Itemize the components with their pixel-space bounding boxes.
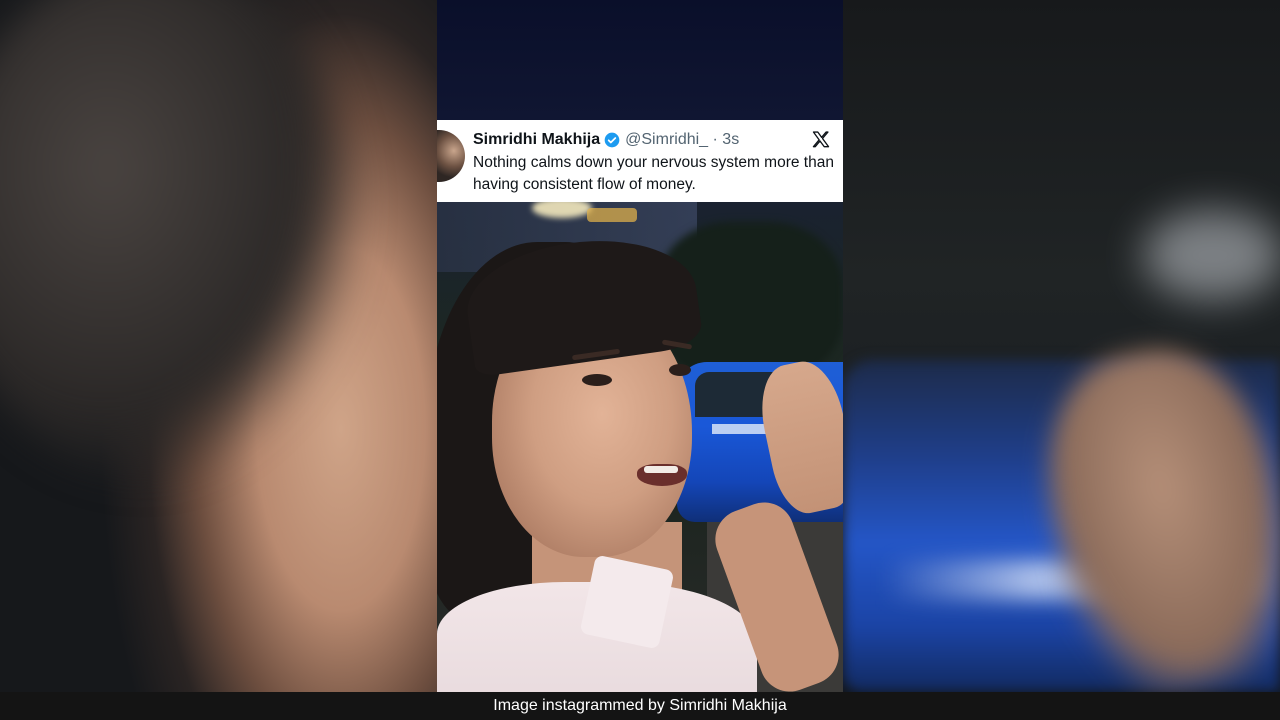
shirt-collar xyxy=(579,554,675,650)
blurred-light xyxy=(1143,210,1280,300)
left-eye xyxy=(582,374,612,386)
tweet-display-name: Simridhi Makhija xyxy=(473,131,601,148)
tweet-text: Nothing calms down your nervous system m… xyxy=(473,154,834,193)
right-eye xyxy=(669,364,691,376)
teeth xyxy=(644,466,678,473)
blurred-left-panel xyxy=(0,0,437,692)
verified-badge-icon xyxy=(604,132,620,148)
street-photo xyxy=(437,202,843,692)
tweet-handle-time: @Simridhi_ · 3s xyxy=(625,131,740,148)
main-photo-column: Simridhi Makhija @Simridhi_ · 3s Nothing… xyxy=(437,0,843,692)
x-logo-icon xyxy=(812,131,830,148)
tweet-header: Simridhi Makhija @Simridhi_ · 3s xyxy=(473,130,739,150)
blurred-hair xyxy=(0,0,360,480)
image-caption: Image instagrammed by Simridhi Makhija xyxy=(493,697,787,714)
avatar xyxy=(437,130,465,182)
blurred-right-panel xyxy=(843,0,1280,692)
night-sky xyxy=(437,0,843,120)
image-frame: Simridhi Makhija @Simridhi_ · 3s Nothing… xyxy=(0,0,1280,720)
lit-sign xyxy=(587,208,637,222)
tweet-card: Simridhi Makhija @Simridhi_ · 3s Nothing… xyxy=(437,120,843,202)
